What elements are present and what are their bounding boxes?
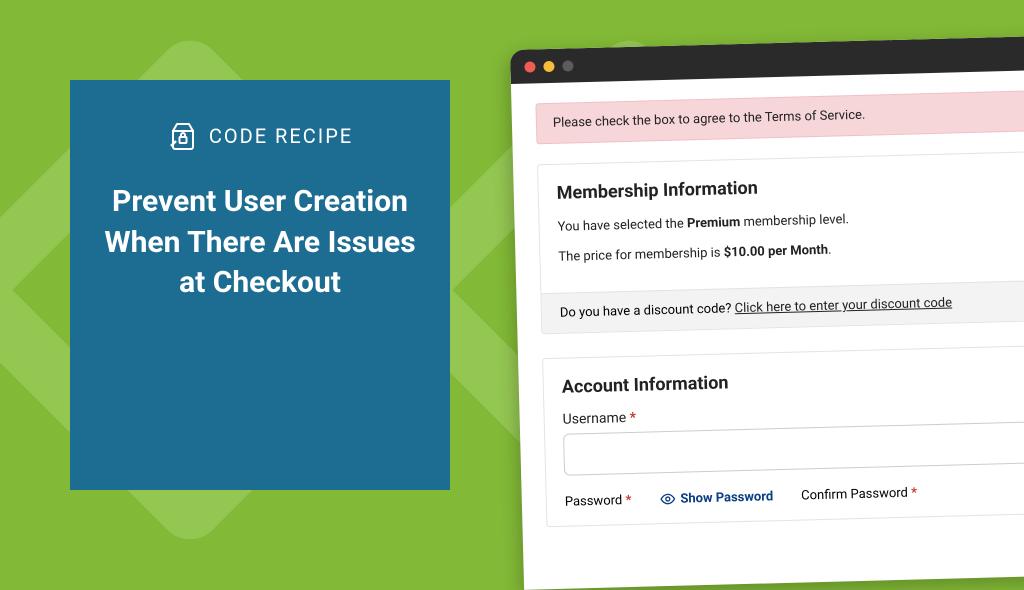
required-mark: *: [911, 485, 917, 500]
show-password-toggle[interactable]: Show Password: [659, 488, 773, 507]
page-content: Please check the box to agree to the Ter…: [511, 70, 1024, 528]
membership-heading: Membership Information: [556, 170, 1024, 204]
error-alert-text: Please check the box to agree to the Ter…: [553, 108, 866, 131]
account-heading: Account Information: [562, 364, 1024, 398]
membership-selected-line: You have selected the Premium membership…: [557, 205, 1024, 237]
password-label-row: Password *: [565, 492, 632, 509]
password-label: Password: [565, 493, 623, 509]
promo-card: CODE RECIPE Prevent User Creation When T…: [70, 80, 450, 490]
maximize-dot-icon[interactable]: [562, 60, 573, 71]
discount-question: Do you have a discount code?: [560, 301, 735, 321]
required-mark: *: [629, 410, 636, 426]
error-alert: Please check the box to agree to the Ter…: [535, 90, 1024, 144]
username-label: Username: [562, 410, 626, 428]
brand-text: CODE RECIPE: [209, 124, 353, 148]
close-dot-icon[interactable]: [524, 61, 535, 72]
discount-link[interactable]: Click here to enter your discount code: [735, 296, 953, 317]
minimize-dot-icon[interactable]: [543, 60, 554, 71]
required-mark: *: [625, 492, 631, 507]
confirm-password-label: Confirm Password: [801, 485, 908, 503]
promo-headline: Prevent User Creation When There Are Iss…: [95, 182, 425, 304]
username-input[interactable]: [563, 421, 1024, 475]
account-card: Account Information Username * Password …: [542, 345, 1024, 527]
brand-logo: CODE RECIPE: [167, 120, 353, 152]
show-password-label: Show Password: [680, 489, 773, 506]
membership-card: Membership Information You have selected…: [537, 151, 1024, 334]
eye-icon: [659, 491, 675, 507]
bag-lock-icon: [167, 120, 199, 152]
membership-price-line: The price for membership is $10.00 per M…: [558, 235, 1024, 267]
confirm-password-label-row: Confirm Password *: [801, 485, 917, 503]
browser-window: Please check the box to agree to the Ter…: [510, 36, 1024, 590]
